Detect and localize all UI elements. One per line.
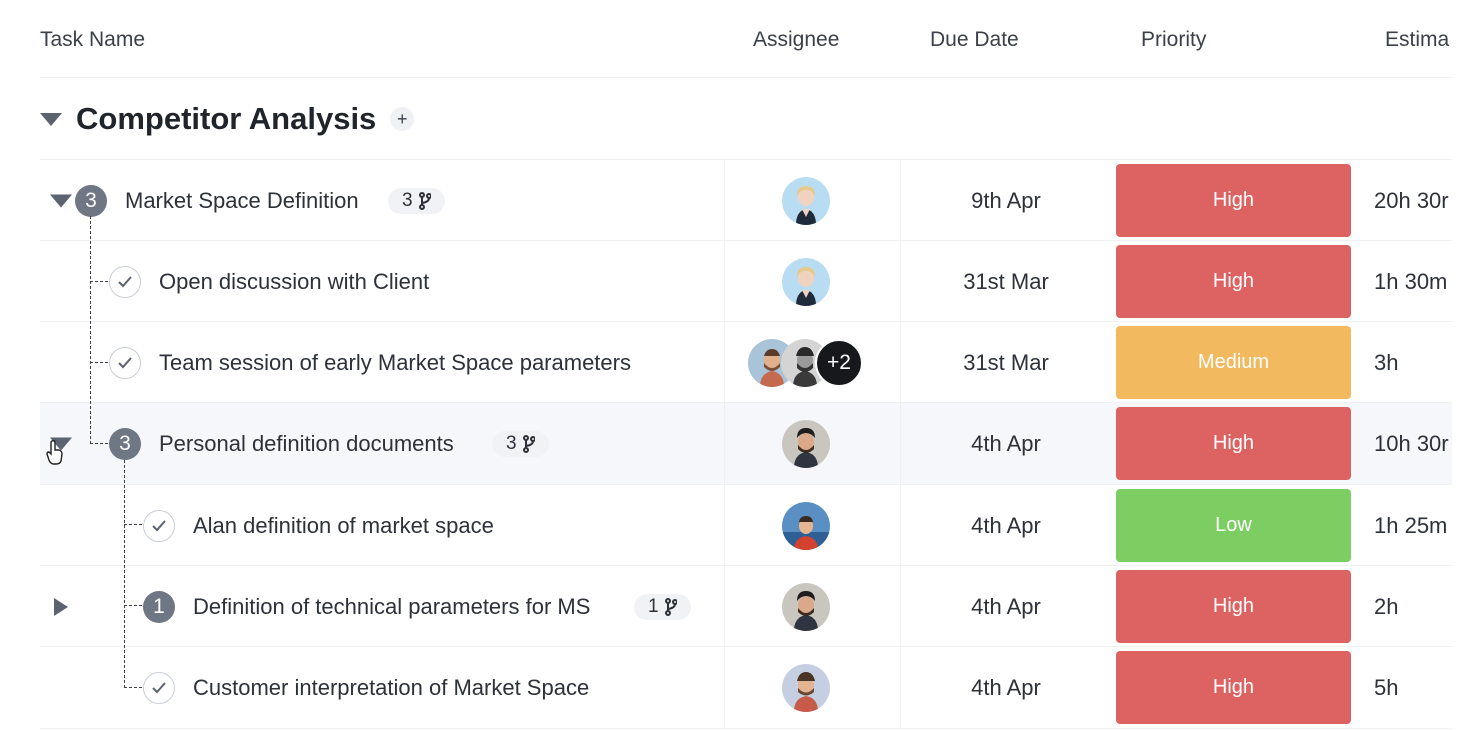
column-divider [724, 647, 725, 728]
column-header-due-date[interactable]: Due Date [930, 28, 1019, 52]
column-divider [724, 241, 725, 322]
subtask-count-badge: 3 [109, 427, 141, 460]
complete-checkbox[interactable] [109, 346, 141, 379]
priority-high[interactable]: High [1116, 651, 1351, 724]
checkmark-icon [118, 356, 132, 368]
tree-connector [90, 443, 108, 444]
priority-high[interactable]: High [1116, 245, 1351, 318]
tree-connector [124, 605, 142, 606]
column-divider [900, 647, 901, 728]
table-row[interactable]: Alan definition of market space 4th Apr … [40, 484, 1452, 566]
priority-high[interactable]: High [1116, 407, 1351, 480]
column-header-estimate[interactable]: Estima [1385, 28, 1452, 52]
tree-connector [90, 362, 108, 363]
due-date[interactable]: 31st Mar [920, 350, 1092, 376]
column-header-task-name[interactable]: Task Name [40, 28, 145, 52]
table-row[interactable]: Team session of early Market Space param… [40, 321, 1452, 403]
due-date[interactable]: 4th Apr [920, 594, 1092, 620]
task-name[interactable]: Personal definition documents [159, 431, 454, 457]
header-divider [40, 77, 1452, 78]
tree-connector [90, 216, 91, 444]
task-name[interactable]: Alan definition of market space [193, 513, 494, 539]
column-divider [724, 485, 725, 566]
branch-icon [664, 597, 677, 616]
due-date[interactable]: 4th Apr [920, 431, 1092, 457]
estimate[interactable]: 2h [1374, 594, 1452, 620]
branch-icon [418, 191, 431, 210]
priority-low[interactable]: Low [1116, 489, 1351, 562]
avatar[interactable] [782, 176, 830, 225]
table-row[interactable]: 1 Definition of technical parameters for… [40, 565, 1452, 647]
column-divider [900, 241, 901, 322]
subtask-count: 1 [648, 595, 659, 617]
avatar[interactable] [782, 419, 830, 468]
due-date[interactable]: 31st Mar [920, 269, 1092, 295]
table-row[interactable]: Open discussion with Client 31st Mar Hig… [40, 240, 1452, 322]
column-header-assignee[interactable]: Assignee [753, 28, 839, 52]
column-divider [900, 322, 901, 403]
estimate[interactable]: 5h [1374, 675, 1452, 701]
subtask-count-badge: 3 [75, 184, 107, 217]
priority-medium[interactable]: Medium [1116, 326, 1351, 399]
estimate[interactable]: 20h 30r [1374, 188, 1452, 214]
task-name[interactable]: Customer interpretation of Market Space [193, 675, 589, 701]
table-row[interactable]: Customer interpretation of Market Space … [40, 646, 1452, 729]
complete-checkbox[interactable] [143, 671, 175, 704]
column-divider [900, 403, 901, 484]
avatar[interactable] [782, 501, 830, 550]
priority-high[interactable]: High [1116, 164, 1351, 237]
avatar[interactable] [782, 663, 830, 712]
hand-cursor-icon [46, 439, 63, 465]
expand-row-icon[interactable] [54, 597, 68, 616]
checkmark-icon [152, 519, 166, 531]
task-table: Task Name Assignee Due Date Priority Est… [0, 0, 1480, 730]
tree-connector [124, 460, 125, 688]
complete-checkbox[interactable] [109, 265, 141, 298]
collapse-group-icon[interactable] [40, 112, 62, 126]
subtask-chip[interactable]: 3 [388, 187, 445, 214]
column-divider [724, 566, 725, 647]
column-divider [724, 160, 725, 241]
due-date[interactable]: 9th Apr [920, 188, 1092, 214]
column-divider [724, 322, 725, 403]
avatar[interactable] [782, 582, 830, 631]
column-divider [724, 403, 725, 484]
column-divider [900, 485, 901, 566]
subtask-count-badge: 1 [143, 590, 175, 623]
branch-icon [522, 434, 535, 453]
tree-connector [124, 524, 142, 525]
tree-connector [124, 687, 142, 688]
subtask-count: 3 [506, 432, 517, 454]
estimate[interactable]: 1h 30m [1374, 269, 1452, 295]
column-divider [900, 160, 901, 241]
collapse-row-icon[interactable] [50, 194, 72, 207]
column-divider [900, 566, 901, 647]
more-assignees-badge[interactable]: +2 [815, 338, 863, 387]
complete-checkbox[interactable] [143, 509, 175, 542]
table-row[interactable]: 3 Personal definition documents 3 4th Ap… [40, 402, 1452, 484]
due-date[interactable]: 4th Apr [920, 513, 1092, 539]
estimate[interactable]: 3h [1374, 350, 1452, 376]
add-task-button[interactable]: + [390, 107, 415, 131]
checkmark-icon [118, 275, 132, 287]
column-header-priority[interactable]: Priority [1141, 28, 1206, 52]
checkmark-icon [152, 681, 166, 693]
task-name[interactable]: Team session of early Market Space param… [159, 350, 631, 376]
subtask-chip[interactable]: 1 [634, 593, 691, 620]
task-name[interactable]: Open discussion with Client [159, 269, 429, 295]
table-row[interactable]: 3 Market Space Definition 3 9th Apr High… [40, 159, 1452, 241]
task-name[interactable]: Definition of technical parameters for M… [193, 594, 590, 620]
avatar[interactable] [782, 257, 830, 306]
priority-high[interactable]: High [1116, 570, 1351, 643]
due-date[interactable]: 4th Apr [920, 675, 1092, 701]
estimate[interactable]: 10h 30r [1374, 431, 1452, 457]
subtask-chip[interactable]: 3 [492, 430, 549, 457]
estimate[interactable]: 1h 25m [1374, 513, 1452, 539]
group-header: Competitor Analysis + [40, 98, 415, 140]
tree-connector [90, 281, 108, 282]
task-name[interactable]: Market Space Definition [125, 188, 359, 214]
group-title: Competitor Analysis [76, 101, 377, 136]
subtask-count: 3 [402, 189, 413, 211]
